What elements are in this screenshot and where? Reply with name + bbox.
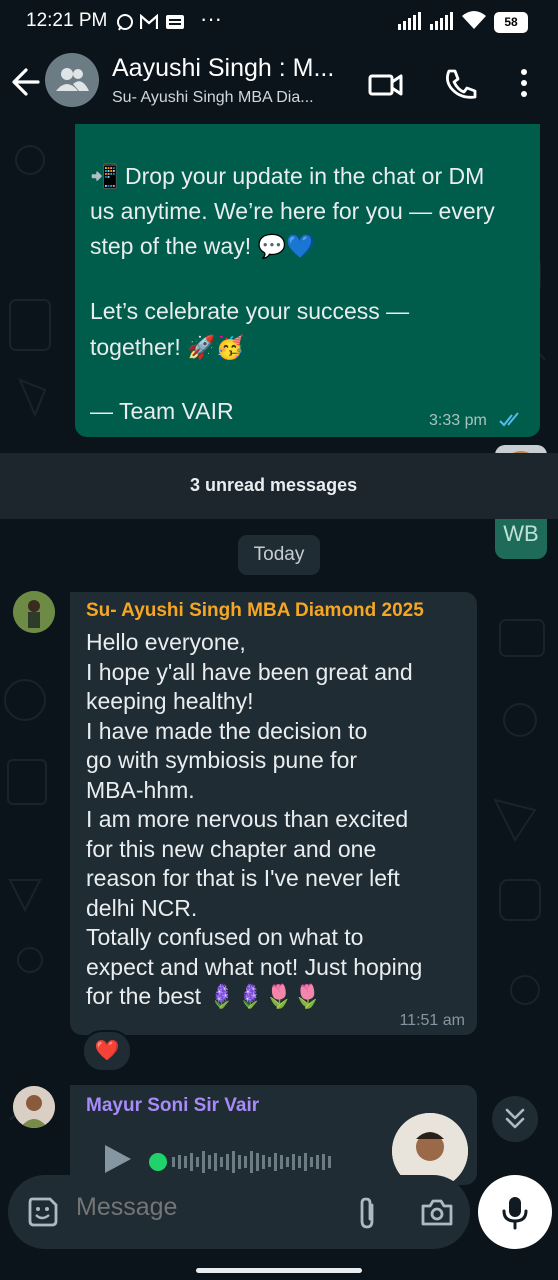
group-avatar[interactable] [45,53,99,107]
home-indicator [196,1268,362,1273]
read-ticks-icon [499,412,519,427]
message-composer [8,1175,470,1249]
sender-avatar[interactable] [13,1086,55,1128]
group-avatar-icon [56,68,89,91]
whatsapp-icon [117,14,133,31]
play-icon[interactable] [102,1143,134,1175]
status-bar: 12:21 PM ··· 58 [0,0,558,42]
camera-icon[interactable] [420,1197,454,1227]
avatar-photo-icon [13,1086,55,1128]
message-line: go with symbiosis pune for [86,747,358,773]
more-notifications-icon: ··· [200,6,222,31]
heart-reaction[interactable]: ❤️ [82,1030,132,1072]
chat-title[interactable]: Aayushi Singh : M... [112,54,334,83]
outgoing-message-bubble[interactable]: 📲 Drop your update in the chat or DM us … [75,124,540,437]
message-line: reason for that is I've never left [86,865,400,891]
message-input[interactable] [76,1193,326,1222]
scroll-to-bottom-button[interactable] [492,1096,538,1142]
double-chevron-down-icon [505,1108,525,1129]
sender-avatar[interactable] [13,591,55,633]
unread-banner: 3 unread messages [0,453,558,519]
avatar-photo-icon [13,591,55,633]
message-line: I am more nervous than excited [86,806,409,832]
message-line: I have made the decision to [86,717,368,744]
voice-waveform[interactable] [148,1145,368,1175]
message-body: Hello everyone, I hope y'all have been g… [86,628,422,1012]
message-line: step of the way! 💬💙 [90,233,315,259]
message-time: 3:33 pm [429,412,487,429]
unread-count-label: 3 unread messages [190,475,358,495]
signal-2-icon [430,12,453,30]
message-line: Hello everyone, [86,629,246,655]
voice-call-icon[interactable] [440,64,480,104]
voice-record-button[interactable] [478,1175,552,1249]
message-line: together! 🚀🥳 [90,334,245,360]
voice-message-bubble[interactable]: Mayur Soni Sir Vair [70,1085,477,1185]
date-chip: Today [238,535,320,575]
message-line: — Team VAIR [90,398,234,424]
video-call-icon[interactable] [366,64,406,104]
microphone-icon [502,1197,528,1230]
message-line: Totally confused on what to [86,924,364,950]
message-line: for the best 🪻🪻🌷🌷 [86,983,323,1009]
message-time: 11:51 am [399,1012,465,1029]
chat-header: Aayushi Singh : M... Su- Ayushi Singh MB… [0,42,558,124]
wifi-icon [462,11,486,29]
attach-clip-icon[interactable] [352,1195,382,1231]
chat-subtitle[interactable]: Su- Ayushi Singh MBA Dia... [112,89,314,107]
message-line: I hope y'all have been great and [86,658,413,685]
battery-indicator: 58 [494,12,528,33]
message-line: us anytime. We’re here for you — every [90,198,495,224]
news-icon [166,15,184,29]
message-line: MBA-hhm. [86,776,195,803]
gmail-icon [140,14,158,29]
message-line: expect and what not! Just hoping [86,953,423,980]
message-line: delhi NCR. [86,894,198,921]
signal-1-icon [398,12,421,30]
message-line: Let’s celebrate your success — [90,298,410,324]
back-arrow-icon[interactable] [10,64,42,100]
message-sender[interactable]: Su- Ayushi Singh MBA Diamond 2025 [86,600,424,622]
message-line: 📲 Drop your update in the chat or DM [90,163,485,189]
message-line: keeping healthy! [86,688,254,714]
emoji-sticker-icon[interactable] [26,1195,60,1229]
message-sender[interactable]: Mayur Soni Sir Vair [86,1095,259,1117]
incoming-message-bubble[interactable]: Su- Ayushi Singh MBA Diamond 2025 Hello … [70,592,477,1035]
overflow-menu-icon[interactable] [504,64,544,104]
message-line: for this new chapter and one [86,835,377,862]
status-time: 12:21 PM [26,10,108,31]
